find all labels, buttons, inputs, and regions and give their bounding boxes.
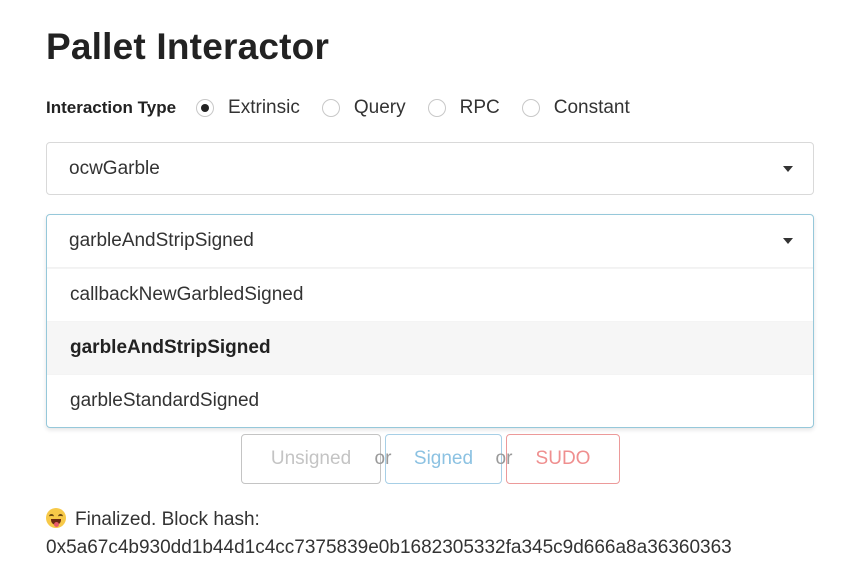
tx-status: Finalized. Block hash: 0x5a67c4b930dd1b4… [46, 506, 732, 562]
radio-unchecked-icon[interactable] [521, 99, 540, 117]
submit-button-group: Unsigned or Signed or SUDO [241, 434, 620, 484]
page-title: Pallet Interactor [46, 26, 330, 67]
pallet-dropdown[interactable]: ocwGarble [46, 142, 814, 195]
radio-checked-icon[interactable] [196, 99, 215, 117]
radio-rpc-label: RPC [459, 97, 500, 118]
or-text: or [374, 448, 392, 469]
tx-status-text: Finalized. Block hash: [75, 509, 260, 530]
radio-constant-label: Constant [553, 97, 630, 118]
radio-constant[interactable]: Constant [521, 97, 630, 119]
radio-unchecked-icon[interactable] [427, 99, 446, 117]
or-separator: or [375, 448, 392, 470]
radio-query-label: Query [353, 97, 406, 118]
tx-status-line1: Finalized. Block hash: [46, 506, 732, 534]
dropdown-option-garbleStandardSigned[interactable]: garbleStandardSigned [47, 374, 813, 427]
unsigned-button[interactable]: Unsigned [241, 434, 381, 484]
radio-unchecked-icon[interactable] [321, 99, 340, 117]
radio-extrinsic-label: Extrinsic [228, 97, 300, 118]
interaction-type-group: Interaction Type Extrinsic Query RPC Con… [46, 94, 652, 122]
or-separator: or [496, 448, 513, 470]
dropdown-option-garbleAndStripSigned[interactable]: garbleAndStripSigned [47, 321, 813, 374]
chevron-down-icon[interactable] [783, 238, 793, 244]
block-hash: 0x5a67c4b930dd1b44d1c4cc7375839e0b168230… [46, 537, 732, 558]
pallet-dropdown-value: ocwGarble [69, 158, 160, 179]
chevron-down-icon[interactable] [783, 166, 793, 172]
call-dropdown-trigger[interactable]: garbleAndStripSigned [47, 215, 813, 268]
signed-button[interactable]: Signed [385, 434, 502, 484]
call-dropdown-value: garbleAndStripSigned [69, 230, 254, 251]
interaction-type-label: Interaction Type [46, 98, 177, 117]
grinning-tongue-emoji-icon [46, 508, 66, 528]
call-dropdown[interactable]: garbleAndStripSigned callbackNewGarbledS… [46, 214, 814, 428]
or-text: or [495, 448, 513, 469]
dropdown-option-callbackNewGarbledSigned[interactable]: callbackNewGarbledSigned [47, 268, 813, 321]
pallet-dropdown-trigger[interactable]: ocwGarble [47, 143, 813, 195]
radio-query[interactable]: Query [321, 97, 406, 119]
radio-rpc[interactable]: RPC [427, 97, 500, 119]
sudo-button[interactable]: SUDO [506, 434, 620, 484]
radio-extrinsic[interactable]: Extrinsic [196, 97, 300, 119]
